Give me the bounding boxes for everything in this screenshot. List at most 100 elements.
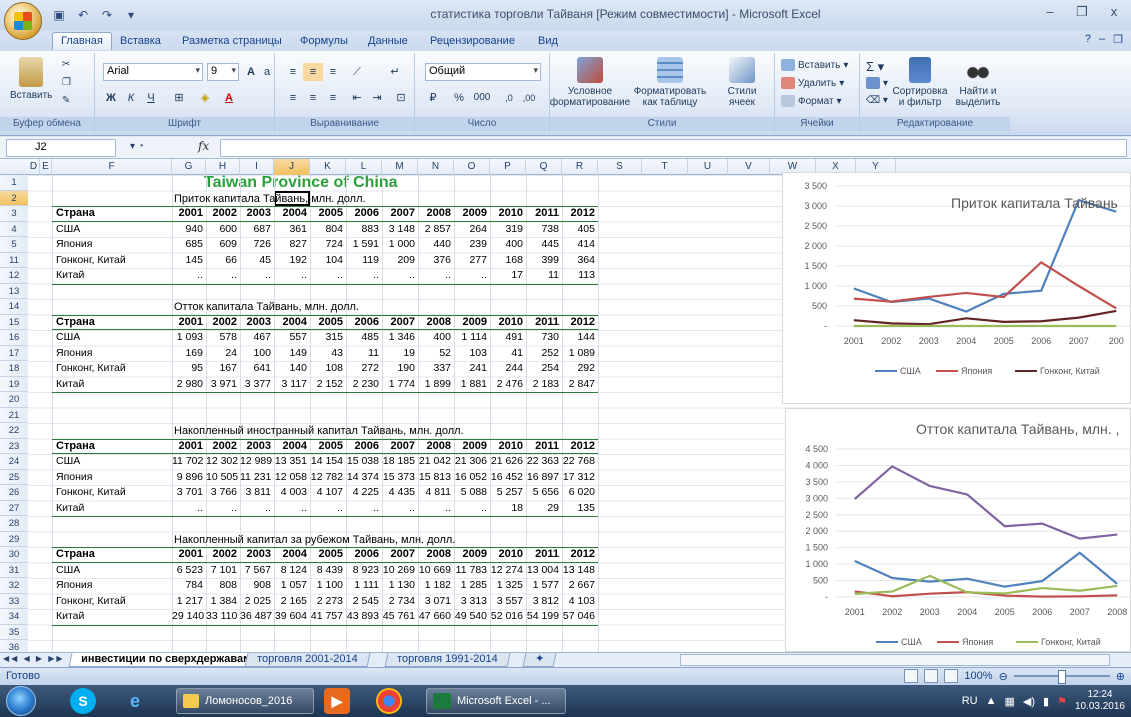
clear-icon[interactable]: ⌫ ▾ [866,95,888,106]
tab-page-layout[interactable]: Разметка страницы [182,33,282,51]
bold-button[interactable]: Ж [101,89,121,107]
column-header[interactable]: R [562,159,598,175]
row-header[interactable]: 13 [0,283,28,299]
chart-inflow[interactable]: Приток капитала Тайвань 3 500 3 000 2 500 2… [782,172,1131,404]
align-center-icon[interactable]: ≡ [303,89,323,107]
decrease-decimal-icon[interactable]: ,00 [519,89,539,107]
page-layout-view-icon[interactable] [924,669,939,683]
cut-icon[interactable]: ✂ [62,59,70,70]
row-header[interactable]: 5 [0,237,28,253]
zoom-slider[interactable] [1013,670,1110,684]
column-header[interactable]: V [728,159,770,175]
ribbon-restore-icon[interactable]: ❐ [1113,33,1123,46]
sort-filter-button[interactable]: Сортировка и фильтр [892,57,948,108]
fill-color-icon[interactable]: ◈ [195,89,215,107]
column-header[interactable]: K [310,159,346,175]
flag-icon[interactable]: ⚑ [1057,695,1067,708]
row-header[interactable]: 11 [0,252,28,268]
row-header[interactable]: 3 [0,206,28,222]
tab-view[interactable]: Вид [538,33,558,51]
volume-icon[interactable]: ◀) [1023,695,1035,708]
page-break-view-icon[interactable] [944,669,959,683]
insert-cells-button[interactable]: Вставить ▾ [781,59,848,71]
zoom-out-icon[interactable]: ⊖ [999,670,1008,683]
font-size-combo[interactable]: 9 [207,63,239,81]
zoom-in-icon[interactable]: ⊕ [1116,670,1125,683]
wrap-text-icon[interactable]: ↵ [385,63,405,81]
row-header[interactable]: 33 [0,593,28,609]
align-right-icon[interactable]: ≡ [323,89,343,107]
tab-formulas[interactable]: Формулы [300,33,348,51]
row-header[interactable]: 25 [0,469,28,485]
row-header[interactable]: 21 [0,407,28,423]
align-bottom-icon[interactable]: ≡ [323,63,343,81]
conditional-format-button[interactable]: Условное форматирование [550,57,630,108]
taskbar-folder[interactable]: Ломоносов_2016 [176,688,314,714]
column-header[interactable]: G [172,159,206,175]
tray-arrow-icon[interactable]: ▲ [986,695,997,707]
find-select-button[interactable]: Найти и выделить [950,57,1006,108]
column-header[interactable]: N [418,159,454,175]
align-left-icon[interactable]: ≡ [283,89,303,107]
fill-icon[interactable]: ▾ [866,77,888,89]
row-header[interactable]: 36 [0,640,28,652]
column-header[interactable]: O [454,159,490,175]
merge-center-icon[interactable]: ⊡ [391,89,411,107]
horizontal-scrollbar[interactable] [680,654,1110,666]
row-header[interactable]: 34 [0,609,28,625]
insert-function-icon[interactable]: fx [198,139,218,157]
row-header[interactable]: 23 [0,438,28,454]
column-header[interactable]: L [346,159,382,175]
zoom-level[interactable]: 100% [964,670,992,682]
language-indicator[interactable]: RU [962,695,978,707]
font-name-combo[interactable]: Arial [103,63,203,81]
media-player-icon[interactable]: ▶ [324,688,350,714]
help-icon[interactable]: ? [1085,33,1091,46]
column-header[interactable]: F [52,159,172,175]
row-header[interactable]: 29 [0,531,28,547]
paste-button[interactable]: Вставить [10,57,52,101]
row-header[interactable]: 26 [0,485,28,501]
row-header[interactable]: 22 [0,423,28,439]
row-header[interactable]: 35 [0,624,28,640]
chrome-icon[interactable] [376,688,402,714]
row-header[interactable]: 15 [0,314,28,330]
column-header[interactable]: T [642,159,688,175]
align-top-icon[interactable]: ≡ [283,63,303,81]
minimize-button[interactable]: – [1039,4,1061,22]
sheet-nav-arrows-icon[interactable]: ◀◀ ◀ ▶ ▶▶ [3,654,65,663]
increase-decimal-icon[interactable]: ,0 [499,89,519,107]
column-header[interactable]: P [490,159,526,175]
percent-icon[interactable]: % [449,89,469,107]
format-painter-icon[interactable]: ✎ [62,95,70,106]
row-header[interactable]: 18 [0,361,28,377]
font-color-icon[interactable]: A [219,89,239,107]
chart-outflow[interactable]: Отток капитала Тайвань, млн. , 4 500 4 00… [785,408,1131,652]
copy-icon[interactable]: ❐ [62,77,71,88]
ribbon-minimize-icon[interactable]: – [1099,33,1105,46]
row-header[interactable]: 32 [0,578,28,594]
comma-style-icon[interactable]: 000 [469,89,495,107]
column-header[interactable]: J [274,159,310,175]
italic-button[interactable]: К [121,89,141,107]
row-header[interactable]: 4 [0,221,28,237]
row-header[interactable]: 28 [0,516,28,532]
tab-data[interactable]: Данные [368,33,408,51]
row-header[interactable]: 12 [0,268,28,284]
row-header[interactable]: 17 [0,345,28,361]
row-header[interactable]: 16 [0,330,28,346]
column-header[interactable]: Q [526,159,562,175]
restore-button[interactable]: ❐ [1071,4,1093,22]
taskbar-excel[interactable]: Microsoft Excel - ... [426,688,566,714]
formula-input[interactable] [220,139,1127,157]
network-icon[interactable]: ▦ [1004,695,1014,708]
borders-icon[interactable]: ⊞ [169,89,189,107]
row-header[interactable]: 27 [0,500,28,516]
column-header[interactable]: M [382,159,418,175]
column-header[interactable]: E [40,159,52,175]
row-header[interactable]: 30 [0,547,28,563]
row-header[interactable]: 31 [0,562,28,578]
tab-home[interactable]: Главная [52,32,112,50]
sheet-tab-investments[interactable]: инвестиции по сверхдержавам [68,653,264,667]
name-box-dropdown-icon[interactable]: ▾ ◔ [130,141,144,152]
